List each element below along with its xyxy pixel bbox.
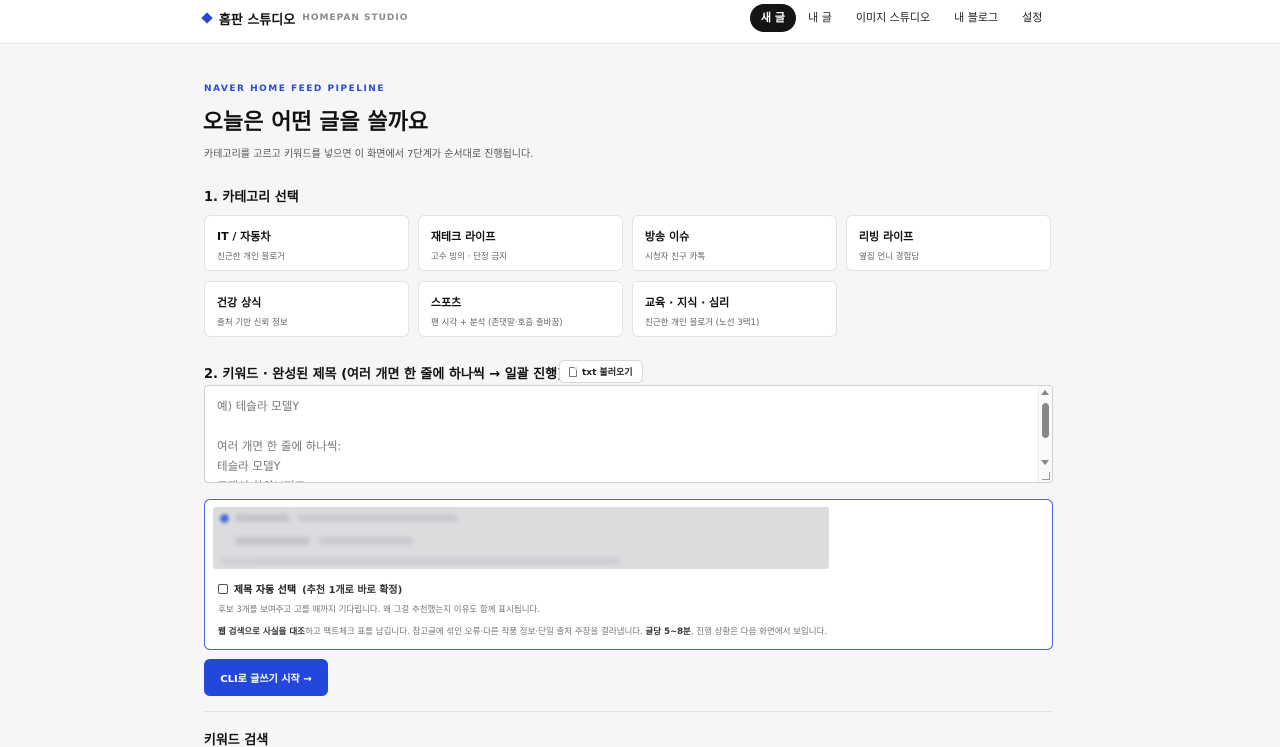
top-bar: 홈판 스튜디오 HOMEPAN STUDIO 새 글 내 글 이미지 스튜디오 … xyxy=(0,0,1280,44)
keyword-placeholder: 예) 테슬라 모델Y 여러 개면 한 줄에 하나씩: 테슬라 모델Y 그래서 하… xyxy=(217,399,342,482)
redacted-line xyxy=(221,557,621,565)
category-name: IT / 자동차 xyxy=(217,230,271,243)
category-card-it-auto[interactable]: IT / 자동차 친근한 개인 블로거 xyxy=(204,215,409,271)
page-title: 오늘은 어떤 글을 쓸까요 xyxy=(203,110,429,135)
category-card-sports[interactable]: 스포츠 팬 시각 + 분석 (존댓말·호흡 출바꿈) xyxy=(418,281,623,337)
radio-dot xyxy=(220,514,229,523)
brand-name: 홈판 스튜디오 xyxy=(219,12,296,28)
nav-settings[interactable]: 설정 xyxy=(1010,4,1054,32)
page-description: 카테고리를 고르고 키워드를 넣으면 이 화면에서 7단계가 순서대로 진행됩니… xyxy=(204,149,534,160)
options-panel: 제목 자동 선택 (추천 1개로 바로 확정) 후보 3개를 보여주고 고를 때… xyxy=(204,499,1053,650)
resize-grip-icon[interactable] xyxy=(1042,472,1050,480)
nav-new-post[interactable]: 새 글 xyxy=(750,4,797,32)
category-card-education[interactable]: 교육 · 지식 · 심리 친근한 개인 블로거 (노선 3택1) xyxy=(632,281,837,337)
category-name: 재테크 라이프 xyxy=(431,230,496,243)
keyword-heading: 2. 키워드 · 완성된 제목 (여러 개면 한 줄에 하나씩 → 일괄 진행) xyxy=(204,367,564,382)
option-note-factcheck: 웹 검색으로 사실을 대조하고 팩트체크 표를 남깁니다. 참고글에 섞인 오류… xyxy=(218,625,827,637)
category-name: 리빙 라이프 xyxy=(859,230,914,243)
category-sub: 고수 빙의 · 단정 금지 xyxy=(431,252,508,262)
option-note-candidates: 후보 3개를 보여주고 고를 때까지 기다립니다. 왜 그걸 추천했는지 이유도… xyxy=(218,605,541,615)
category-heading: 1. 카테고리 선택 xyxy=(204,190,299,205)
start-writing-button[interactable]: CLI로 글쓰기 시작 → xyxy=(204,659,328,696)
category-sub: 출처 기반 신뢰 정보 xyxy=(217,318,288,328)
txt-import-label: txt 불러오기 xyxy=(582,368,633,378)
note-bold-a: 웹 검색으로 사실을 대조 xyxy=(218,627,306,637)
note-bold-b: 글당 5~8분 xyxy=(645,627,691,637)
keyword-search-heading: 키워드 검색 xyxy=(204,733,269,747)
auto-select-label: 제목 자동 선택 xyxy=(234,585,297,596)
auto-select-row[interactable]: 제목 자동 선택 (추천 1개로 바로 확정) xyxy=(218,581,402,596)
category-name: 방송 이슈 xyxy=(645,230,690,243)
category-name: 건강 상식 xyxy=(217,296,262,309)
category-sub: 친근한 개인 블로거 xyxy=(217,252,285,262)
txt-import-button[interactable]: txt 불러오기 xyxy=(559,360,643,383)
nav-my-posts[interactable]: 내 글 xyxy=(796,4,844,32)
scroll-up-arrow-icon[interactable] xyxy=(1041,390,1049,395)
category-sub: 친근한 개인 블로거 (노선 3택1) xyxy=(645,318,760,328)
eyebrow-label: NAVER HOME FEED PIPELINE xyxy=(204,84,385,94)
redacted-line xyxy=(298,514,458,522)
nav-image-studio[interactable]: 이미지 스튜디오 xyxy=(844,4,942,32)
diamond-icon xyxy=(201,12,213,24)
category-name: 교육 · 지식 · 심리 xyxy=(645,296,730,309)
redacted-options xyxy=(213,507,829,569)
redacted-line xyxy=(235,537,310,545)
category-name: 스포츠 xyxy=(431,296,462,309)
brand-subtitle: HOMEPAN STUDIO xyxy=(302,13,409,23)
keyword-textarea[interactable]: 예) 테슬라 모델Y 여러 개면 한 줄에 하나씩: 테슬라 모델Y 그래서 하… xyxy=(204,385,1053,483)
textarea-scrollbar[interactable] xyxy=(1038,386,1052,482)
nav-my-blog[interactable]: 내 블로그 xyxy=(942,4,1010,32)
category-card-finance[interactable]: 재테크 라이프 고수 빙의 · 단정 금지 xyxy=(418,215,623,271)
redacted-line xyxy=(318,537,413,545)
auto-select-checkbox[interactable] xyxy=(218,583,228,594)
category-sub: 시청자 친구 카톡 xyxy=(645,252,706,262)
note-mid: 하고 팩트체크 표를 남깁니다. 참고글에 섞인 오류·다른 작품 정보·단일 … xyxy=(305,627,643,637)
scroll-thumb[interactable] xyxy=(1042,403,1049,438)
main-nav: 새 글 내 글 이미지 스튜디오 내 블로그 설정 xyxy=(750,4,1054,32)
auto-select-hint: (추천 1개로 바로 확정) xyxy=(302,585,403,596)
category-card-health[interactable]: 건강 상식 출처 기반 신뢰 정보 xyxy=(204,281,409,337)
category-card-broadcast[interactable]: 방송 이슈 시청자 친구 카톡 xyxy=(632,215,837,271)
category-sub: 옆집 언니 경험담 xyxy=(859,252,920,262)
brand-logo[interactable]: 홈판 스튜디오 HOMEPAN STUDIO xyxy=(201,9,409,28)
note-end: , 진행 상황은 다음 화면에서 보입니다. xyxy=(690,627,828,637)
file-icon xyxy=(569,366,577,377)
category-sub: 팬 시각 + 분석 (존댓말·호흡 출바꿈) xyxy=(431,318,563,328)
section-divider xyxy=(204,711,1053,712)
scroll-down-arrow-icon[interactable] xyxy=(1041,460,1049,465)
category-card-living[interactable]: 리빙 라이프 옆집 언니 경험담 xyxy=(846,215,1051,271)
redacted-line xyxy=(235,514,290,522)
